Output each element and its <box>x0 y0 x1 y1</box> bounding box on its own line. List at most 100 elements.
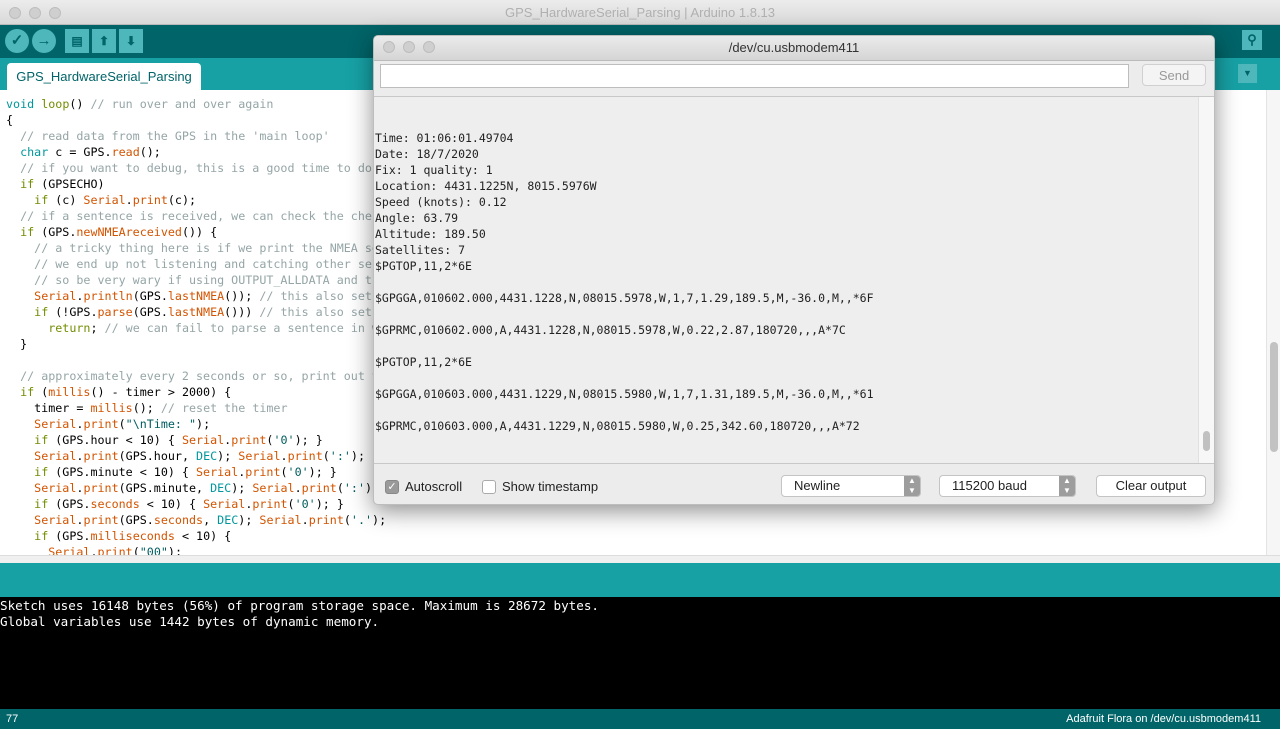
open-icon[interactable]: ⬆ <box>92 29 116 53</box>
code-line: // read data from the GPS in the 'main l… <box>6 128 386 144</box>
code-token: '0' <box>288 465 309 479</box>
timestamp-checkbox[interactable] <box>482 480 496 494</box>
code-token: ( <box>280 465 287 479</box>
code-line: if (GPS.seconds < 10) { Serial.print('0'… <box>6 496 386 512</box>
code-token: ':' <box>344 481 365 495</box>
serial-scrollbar[interactable] <box>1198 97 1214 463</box>
code-token: () <box>69 97 90 111</box>
code-text[interactable]: void loop() // run over and over again{ … <box>6 96 386 555</box>
code-token: (GPS. <box>133 305 168 319</box>
serial-line: Date: 18/7/2020 <box>375 146 874 162</box>
editor-scrollbar[interactable] <box>1266 90 1280 555</box>
code-token: print <box>302 481 337 495</box>
code-token <box>6 433 34 447</box>
tab-sketch[interactable]: GPS_HardwareSerial_Parsing <box>7 63 201 90</box>
serial-output-text: Time: 01:06:01.49704Date: 18/7/2020Fix: … <box>375 130 874 434</box>
zoom-button[interactable] <box>423 41 435 53</box>
pane-divider[interactable] <box>0 555 1280 563</box>
code-token: Serial <box>259 513 301 527</box>
code-token: "\nTime: " <box>126 417 196 431</box>
code-token: } <box>6 337 27 351</box>
baud-select[interactable]: 115200 baud▲▼ <box>939 475 1076 497</box>
code-line: void loop() // run over and over again <box>6 96 386 112</box>
code-token: DEC <box>210 481 231 495</box>
code-line: if (!GPS.parse(GPS.lastNMEA())) // this … <box>6 304 386 320</box>
autoscroll-checkbox[interactable]: ✓ <box>385 480 399 494</box>
code-token: < 10) { <box>175 529 231 543</box>
code-line: { <box>6 112 386 128</box>
code-line: if (millis() - timer > 2000) { <box>6 384 386 400</box>
new-icon[interactable]: ▤ <box>65 29 89 53</box>
code-line: if (GPSECHO) <box>6 176 386 192</box>
code-token: loop <box>41 97 69 111</box>
console-line: Global variables use 1442 bytes of dynam… <box>0 614 1280 630</box>
code-token: if <box>20 225 34 239</box>
code-token: (c); <box>168 193 196 207</box>
serial-input[interactable] <box>380 64 1129 88</box>
code-token <box>6 417 34 431</box>
code-token: print <box>288 449 323 463</box>
close-button[interactable] <box>9 7 21 19</box>
code-token: ); <box>196 417 210 431</box>
code-token: (GPS. <box>48 529 90 543</box>
code-token: if <box>20 385 34 399</box>
code-token: timer = <box>6 401 90 415</box>
code-token: ( <box>119 417 126 431</box>
code-token <box>6 273 34 287</box>
code-token: . <box>126 193 133 207</box>
code-token: // reset the timer <box>161 401 288 415</box>
zoom-button[interactable] <box>49 7 61 19</box>
code-token: ); } <box>309 465 337 479</box>
close-button[interactable] <box>383 41 395 53</box>
code-token <box>6 529 34 543</box>
scrollbar-thumb[interactable] <box>1270 342 1278 452</box>
code-token: ; <box>90 321 104 335</box>
code-token <box>6 209 20 223</box>
serial-line: $PGTOP,11,2*6E <box>375 354 874 370</box>
window-controls[interactable] <box>383 41 435 53</box>
code-token: ( <box>288 497 295 511</box>
serial-line: $GPRMC,010602.000,A,4431.1228,N,08015.59… <box>375 322 874 338</box>
code-token <box>6 465 34 479</box>
code-token: ); <box>351 449 365 463</box>
code-token <box>6 225 20 239</box>
verify-icon[interactable]: ✓ <box>5 29 29 53</box>
code-token: ); } <box>316 497 344 511</box>
upload-icon[interactable]: → <box>32 29 56 53</box>
autoscroll-label: Autoscroll <box>405 479 462 494</box>
send-button[interactable]: Send <box>1142 64 1206 86</box>
code-token: ()) { <box>182 225 217 239</box>
serial-line <box>375 370 874 386</box>
code-token: print <box>83 449 118 463</box>
code-token: ); <box>231 481 252 495</box>
save-icon[interactable]: ⬇ <box>119 29 143 53</box>
code-token: ())) <box>224 305 259 319</box>
serial-line: $GPGGA,010602.000,4431.1228,N,08015.5978… <box>375 290 874 306</box>
code-line: if (GPS.hour < 10) { Serial.print('0'); … <box>6 432 386 448</box>
window-controls[interactable] <box>9 7 61 19</box>
code-line: // a tricky thing here is if we print th… <box>6 240 386 256</box>
tab-menu-chevron-down-icon[interactable]: ▼ <box>1238 64 1257 83</box>
clear-output-button[interactable]: Clear output <box>1096 475 1206 497</box>
code-token: Serial <box>83 193 125 207</box>
timestamp-label: Show timestamp <box>502 479 598 494</box>
code-token <box>6 481 34 495</box>
window-title: GPS_HardwareSerial_Parsing | Arduino 1.8… <box>505 5 775 20</box>
code-token: if <box>34 497 48 511</box>
line-ending-select[interactable]: Newline▲▼ <box>781 475 921 497</box>
code-token: seconds <box>154 513 203 527</box>
minimize-button[interactable] <box>403 41 415 53</box>
serial-controls: ✓ Autoscroll Show timestamp Newline▲▼ 11… <box>374 472 1214 502</box>
code-token: lastNMEA <box>168 289 224 303</box>
serial-monitor-icon[interactable]: ⚲ <box>1242 30 1262 50</box>
code-token <box>6 145 20 159</box>
code-token: (); <box>133 401 161 415</box>
code-token <box>6 497 34 511</box>
code-token: ); <box>217 449 238 463</box>
code-token: . <box>90 545 97 555</box>
code-token <box>6 305 34 319</box>
serial-line: Fix: 1 quality: 1 <box>375 162 874 178</box>
code-token: if <box>34 193 48 207</box>
minimize-button[interactable] <box>29 7 41 19</box>
scrollbar-thumb[interactable] <box>1203 431 1210 451</box>
